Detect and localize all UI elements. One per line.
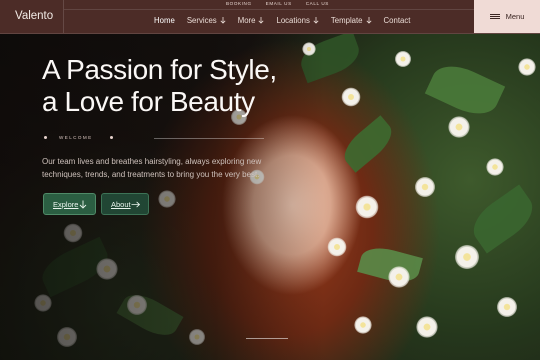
nav-item-label: Locations: [276, 16, 310, 25]
nav-item-services[interactable]: Services: [187, 16, 226, 25]
nav-item-home[interactable]: Home: [154, 16, 175, 25]
nav-item-label: Template: [330, 16, 363, 25]
arrow-right-icon: [131, 201, 140, 207]
hero-headline: A Passion for Style, a Love for Beauty: [42, 54, 277, 118]
utility-divider: [64, 9, 474, 10]
about-button-label: About: [111, 199, 131, 209]
bullet-dot: [110, 136, 113, 139]
explore-button-label: Explore: [53, 199, 79, 209]
main-navigation: Home Services More Locations Template Co…: [154, 16, 410, 25]
nav-item-template[interactable]: Template: [331, 16, 372, 25]
email-us-link[interactable]: EMAIL US: [266, 1, 292, 6]
call-us-link[interactable]: CALL US: [306, 1, 329, 6]
top-navigation-bar: Valento BOOKING EMAIL US CALL US Home Se…: [0, 0, 540, 34]
bullet-dot: [44, 136, 47, 139]
eyebrow-label: WELCOME: [59, 135, 93, 140]
nav-item-contact[interactable]: Contact: [384, 16, 411, 25]
arrow-down-icon: [313, 17, 319, 24]
arrow-down-icon: [79, 200, 87, 209]
hero-headline-line-2: a Love for Beauty: [42, 86, 255, 117]
arrow-down-icon: [366, 17, 371, 24]
nav-item-label: Contact: [383, 16, 411, 25]
nav-item-more[interactable]: More: [238, 16, 265, 25]
nav-item-label: Home: [154, 16, 175, 25]
utility-links: BOOKING EMAIL US CALL US: [226, 1, 329, 6]
scroll-indicator: [246, 338, 288, 339]
brand-logo[interactable]: Valento: [0, 0, 64, 33]
hero-headline-line-1: A Passion for Style,: [42, 54, 277, 85]
explore-button[interactable]: Explore: [43, 193, 96, 215]
about-button[interactable]: About: [101, 193, 149, 215]
eyebrow-divider: [154, 138, 264, 139]
hero-intro-text: Our team lives and breathes hairstyling,…: [42, 157, 262, 179]
arrow-down-icon: [259, 17, 264, 24]
nav-item-locations[interactable]: Locations: [276, 16, 319, 25]
welcome-eyebrow: WELCOME: [42, 135, 264, 141]
menu-button[interactable]: Menu: [474, 0, 540, 33]
hamburger-icon: [489, 13, 500, 20]
arrow-down-icon: [220, 17, 226, 24]
nav-item-label: More: [237, 16, 256, 25]
nav-item-label: Services: [186, 16, 217, 25]
menu-button-label: Menu: [505, 12, 525, 21]
booking-link[interactable]: BOOKING: [226, 1, 252, 6]
